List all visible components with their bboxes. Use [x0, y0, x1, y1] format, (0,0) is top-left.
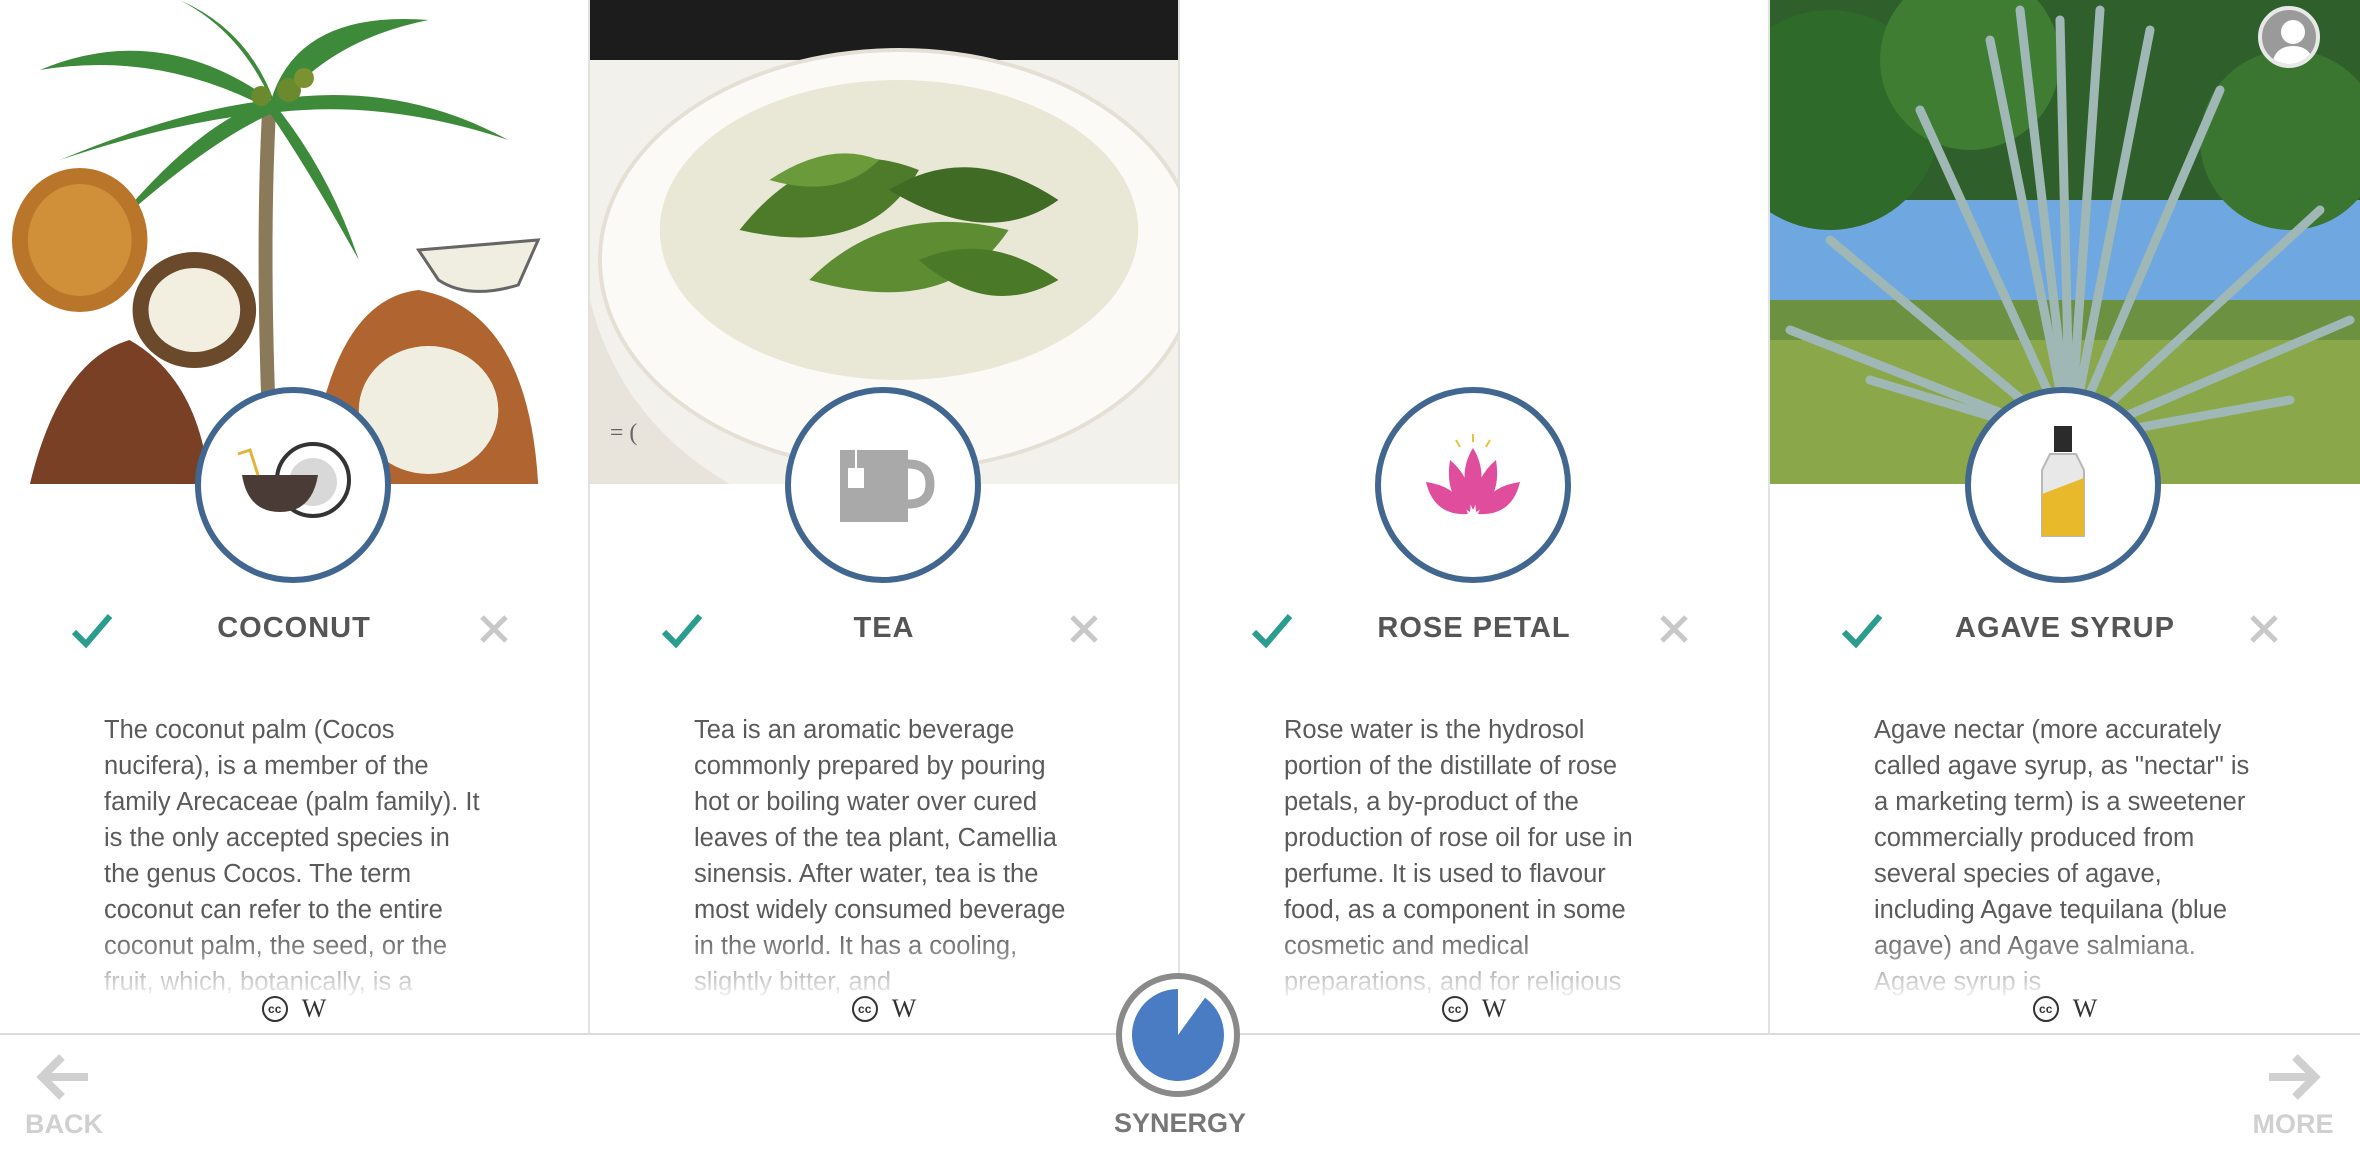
synergy-gauge-icon	[1132, 989, 1224, 1081]
card-credits: cc W	[0, 994, 588, 1024]
user-avatar-icon[interactable]	[2258, 6, 2320, 68]
wikipedia-icon[interactable]: W	[2073, 994, 2098, 1023]
rose-petal-badge	[1375, 387, 1571, 583]
svg-text:= (: = (	[610, 420, 637, 446]
arrow-left-icon	[36, 1054, 88, 1100]
creative-commons-icon[interactable]: cc	[261, 996, 288, 1022]
coconut-badge	[195, 387, 391, 583]
rose-petal-title-row: ROSE PETAL	[1180, 600, 1768, 660]
back-button[interactable]: BACK	[22, 1051, 106, 1140]
card-description: The coconut palm (Cocos nucifera), is a …	[104, 712, 488, 1002]
close-icon[interactable]	[478, 613, 510, 645]
tea-mug-icon	[840, 450, 935, 522]
ingredient-card-rose-petal: ROSE PETAL Rose water is the hydrosol po…	[1180, 0, 1770, 1033]
arrow-right-icon	[2269, 1054, 2321, 1100]
ingredient-card-agave-syrup: AGAVE SYRUP Agave nectar (more accuratel…	[1770, 0, 2360, 1033]
card-title: COCONUT	[217, 612, 371, 644]
wikipedia-icon[interactable]: W	[1482, 994, 1507, 1023]
ingredient-cards: COCONUT The coconut palm (Cocos nucifera…	[0, 0, 2360, 1033]
check-icon[interactable]	[70, 610, 114, 650]
card-description: Rose water is the hydrosol portion of th…	[1284, 712, 1668, 1002]
check-icon[interactable]	[660, 610, 704, 650]
agave-syrup-title-row: AGAVE SYRUP	[1770, 600, 2360, 660]
lotus-icon	[1426, 434, 1520, 515]
wikipedia-icon[interactable]: W	[302, 994, 327, 1023]
close-icon[interactable]	[2248, 613, 2280, 645]
check-icon[interactable]	[1250, 610, 1294, 650]
synergy-button[interactable]	[1116, 973, 1240, 1097]
card-title: TEA	[853, 612, 915, 644]
card-credits: cc W	[1770, 994, 2360, 1024]
creative-commons-icon[interactable]: cc	[1441, 996, 1468, 1022]
card-description: Agave nectar (more accurately called aga…	[1874, 712, 2258, 1002]
ingredient-card-tea: Cst = (	[590, 0, 1180, 1033]
tea-badge	[785, 387, 981, 583]
more-label: MORE	[2252, 1109, 2334, 1139]
check-icon[interactable]	[1840, 610, 1884, 650]
creative-commons-icon[interactable]: cc	[2032, 996, 2059, 1022]
coconut-title-row: COCONUT	[0, 600, 588, 660]
ingredient-card-coconut: COCONUT The coconut palm (Cocos nucifera…	[0, 0, 590, 1033]
more-button[interactable]: MORE	[2248, 1051, 2338, 1140]
card-title: AGAVE SYRUP	[1955, 612, 2175, 644]
card-description: Tea is an aromatic beverage commonly pre…	[694, 712, 1078, 1002]
close-icon[interactable]	[1068, 613, 1100, 645]
coconut-icon	[237, 442, 351, 518]
close-icon[interactable]	[1658, 613, 1690, 645]
card-title: ROSE PETAL	[1377, 612, 1571, 644]
creative-commons-icon[interactable]: cc	[851, 996, 878, 1022]
syrup-bottle-icon	[2041, 426, 2085, 537]
synergy-label: SYNERGY	[1113, 1108, 1247, 1138]
tea-title-row: TEA	[590, 600, 1178, 660]
card-credits: cc W	[1180, 994, 1768, 1024]
card-credits: cc W	[590, 994, 1178, 1024]
wikipedia-icon[interactable]: W	[892, 994, 917, 1023]
agave-syrup-badge	[1965, 387, 2161, 583]
back-label: BACK	[25, 1109, 103, 1139]
